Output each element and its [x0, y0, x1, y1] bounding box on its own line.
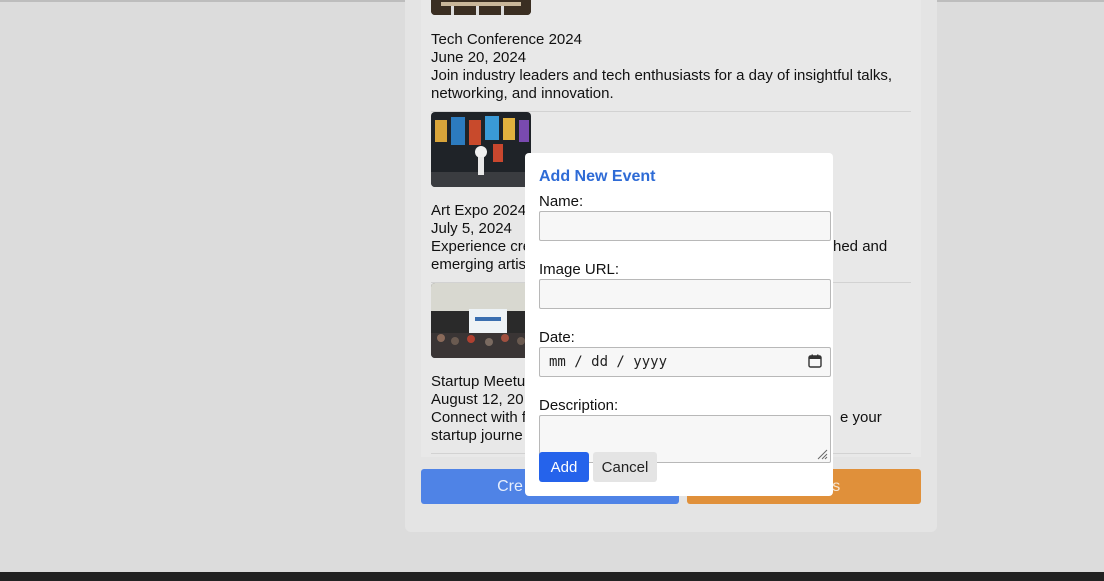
list-item: Tech Conference 2024 June 20, 2024 Join …	[431, 0, 911, 112]
bottom-bar	[0, 572, 1104, 581]
resize-grip-icon[interactable]	[816, 448, 828, 460]
event-description: Join industry leaders and tech enthusias…	[431, 67, 893, 102]
event-image	[431, 112, 531, 187]
event-image	[431, 283, 531, 358]
date-placeholder: mm / dd / yyyy	[549, 354, 668, 370]
add-button[interactable]: Add	[539, 452, 589, 482]
name-label: Name:	[539, 193, 584, 210]
date-input[interactable]: mm / dd / yyyy	[539, 347, 831, 377]
event-description-start: Experience cre	[431, 238, 532, 255]
event-name: Tech Conference 2024	[431, 31, 582, 48]
calendar-icon[interactable]	[808, 354, 822, 368]
event-description-end: hed and	[833, 238, 888, 255]
event-description-start: Connect with f	[431, 409, 527, 426]
name-input[interactable]	[539, 211, 831, 241]
image-url-input[interactable]	[539, 279, 831, 309]
create-event-label: Cre	[497, 477, 523, 495]
add-event-modal: Add New Event Name: Image URL: Date: mm …	[525, 153, 833, 496]
modal-title: Add New Event	[539, 168, 656, 185]
cancel-button[interactable]: Cancel	[593, 452, 657, 482]
image-url-label: Image URL:	[539, 261, 620, 278]
description-label: Description:	[539, 397, 619, 414]
event-image	[431, 0, 531, 15]
event-description-end: e your	[840, 409, 882, 426]
event-date: June 20, 2024	[431, 49, 527, 66]
date-label: Date:	[539, 329, 575, 346]
